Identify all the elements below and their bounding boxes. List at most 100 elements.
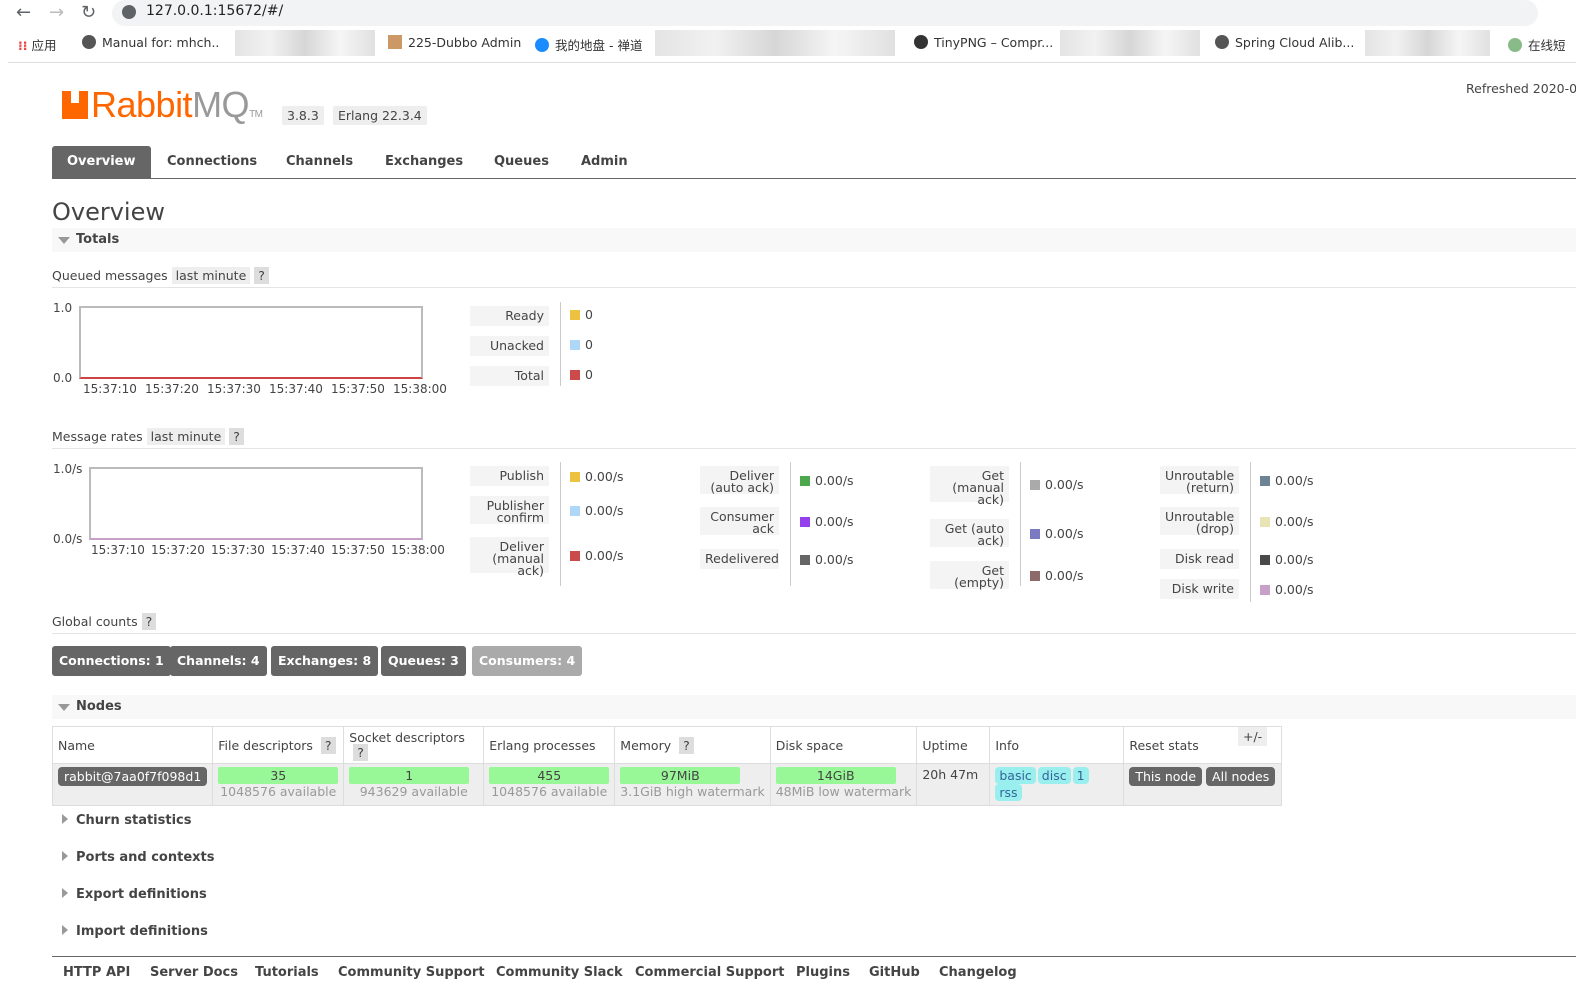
reset-this-node-button[interactable]: This node	[1129, 767, 1203, 786]
legend-value: 0	[570, 337, 593, 352]
triangle-down-icon	[58, 237, 70, 244]
x-tick: 15:38:00	[393, 382, 447, 396]
footer-link[interactable]: Community Support	[338, 965, 485, 980]
churn-statistics-section[interactable]: Churn statistics	[62, 813, 192, 828]
color-swatch	[1030, 571, 1040, 581]
x-tick: 15:37:30	[211, 543, 265, 557]
address-bar[interactable]: 127.0.0.1:15672/#/	[112, 0, 1538, 26]
back-icon[interactable]: ←	[16, 2, 31, 23]
footer-link[interactable]: Changelog	[939, 965, 1017, 980]
text: Socket descriptors	[349, 730, 465, 745]
legend-label: Get (manual ack)	[930, 466, 1009, 506]
x-tick: 15:37:40	[269, 382, 323, 396]
bookmark-short[interactable]: 在线短	[1508, 35, 1566, 54]
footer-link[interactable]: Community Slack	[496, 965, 623, 980]
export-definitions-section[interactable]: Export definitions	[62, 887, 207, 902]
legend-value: 0.00/s	[800, 473, 854, 488]
message-rates-header: Message rates last minute?	[52, 428, 1576, 449]
x-tick: 15:37:20	[151, 543, 205, 557]
range-selector[interactable]: last minute	[146, 428, 226, 445]
ep-available: 1048576 available	[491, 784, 608, 799]
reset-all-nodes-button[interactable]: All nodes	[1206, 767, 1276, 786]
legend-label: Disk write	[1160, 579, 1239, 599]
divider	[1250, 462, 1251, 602]
value-text: 0.00/s	[1045, 568, 1084, 583]
import-definitions-section[interactable]: Import definitions	[62, 924, 208, 939]
legend-label-unacked: Unacked	[470, 336, 549, 356]
value-text: 0.00/s	[1275, 552, 1314, 567]
text: Totals	[76, 232, 120, 247]
bookmark-spring[interactable]: Spring Cloud Alib...	[1215, 35, 1354, 50]
ports-contexts-section[interactable]: Ports and contexts	[62, 850, 214, 865]
footer-link[interactable]: Commercial Support	[635, 965, 785, 980]
col-socket-descriptors: Socket descriptors ?	[343, 726, 485, 764]
help-button[interactable]: ?	[679, 736, 694, 754]
legend-label: Get (empty)	[930, 561, 1009, 589]
exchanges-count-button[interactable]: Exchanges: 8	[271, 646, 379, 676]
channels-count-button[interactable]: Channels: 4	[170, 646, 267, 676]
column-toggle-button[interactable]: +/-	[1238, 727, 1268, 746]
panda-icon	[914, 35, 928, 49]
consumers-count-button[interactable]: Consumers: 4	[472, 646, 583, 676]
legend-value: 0.00/s	[1030, 477, 1084, 492]
footer-link[interactable]: HTTP API	[63, 965, 130, 980]
col-name: Name	[51, 726, 214, 764]
bookmark-icon	[388, 35, 402, 49]
info-rss: rss	[995, 784, 1022, 801]
legend-value: 0	[570, 367, 593, 382]
tab-overview[interactable]: Overview	[52, 146, 151, 178]
value-text: 0.00/s	[1045, 526, 1084, 541]
global-counts-header: Global counts?	[52, 613, 1576, 634]
help-button[interactable]: ?	[141, 613, 157, 630]
range-selector[interactable]: last minute	[171, 267, 251, 284]
help-button[interactable]: ?	[353, 744, 368, 761]
tab-channels[interactable]: Channels	[271, 146, 368, 178]
value-text: 0.00/s	[815, 514, 854, 529]
fd-available: 1048576 available	[220, 784, 337, 799]
footer-link[interactable]: Server Docs	[150, 965, 238, 980]
text: Queued messages	[52, 268, 168, 283]
node-name-link[interactable]: rabbit@7aa0f7f098d1	[58, 767, 208, 786]
queues-count-button[interactable]: Queues: 3	[381, 646, 466, 676]
y-tick: 0.0	[53, 371, 73, 385]
help-button[interactable]: ?	[254, 267, 269, 284]
bookmark-icon	[535, 38, 549, 52]
disk-watermark: 48MiB low watermark	[775, 784, 912, 799]
legend-label: Get (auto ack)	[930, 519, 1009, 547]
bookmark-zentao[interactable]: 我的地盘 - 禅道	[535, 35, 642, 54]
bookmark-apps[interactable]: ⁝⁝ 应用	[18, 35, 57, 54]
nodes-section-header[interactable]: Nodes	[52, 695, 1576, 719]
blurred-bookmark	[1060, 30, 1200, 56]
tab-queues[interactable]: Queues	[479, 146, 564, 178]
y-tick: 1.0/s	[53, 462, 83, 476]
color-swatch	[1260, 517, 1270, 527]
text: Ports and contexts	[76, 850, 215, 865]
y-tick: 1.0	[53, 301, 73, 315]
color-swatch	[1260, 585, 1270, 595]
bookmark-tinypng[interactable]: TinyPNG – Compr...	[914, 35, 1053, 50]
help-button[interactable]: ?	[229, 428, 244, 445]
tab-admin[interactable]: Admin	[566, 146, 643, 178]
totals-section-header[interactable]: Totals	[52, 228, 1576, 252]
bookmark-dubbo[interactable]: 225-Dubbo Admin	[388, 35, 521, 50]
bookmark-manual[interactable]: Manual for: mhch..	[82, 35, 219, 50]
footer-link[interactable]: GitHub	[869, 965, 920, 980]
tab-exchanges[interactable]: Exchanges	[370, 146, 478, 178]
ep-bar: 455	[489, 767, 610, 784]
divider	[560, 302, 561, 386]
connections-count-button[interactable]: Connections: 1	[52, 646, 171, 676]
footer-link[interactable]: Tutorials	[255, 965, 319, 980]
legend-label: Redelivered	[700, 549, 779, 569]
globe-icon	[122, 5, 136, 19]
legend-label-ready: Ready	[470, 306, 549, 326]
rabbitmq-logo[interactable]: RabbitMQTM	[62, 84, 263, 126]
color-swatch	[1030, 480, 1040, 490]
help-button[interactable]: ?	[320, 736, 336, 754]
forward-icon[interactable]: →	[49, 2, 64, 23]
reload-icon[interactable]: ↻	[81, 2, 96, 23]
tab-connections[interactable]: Connections	[152, 146, 272, 178]
footer-link[interactable]: Plugins	[796, 965, 850, 980]
text: TinyPNG – Compr...	[934, 35, 1054, 50]
divider	[790, 462, 791, 586]
color-swatch	[1260, 555, 1270, 565]
